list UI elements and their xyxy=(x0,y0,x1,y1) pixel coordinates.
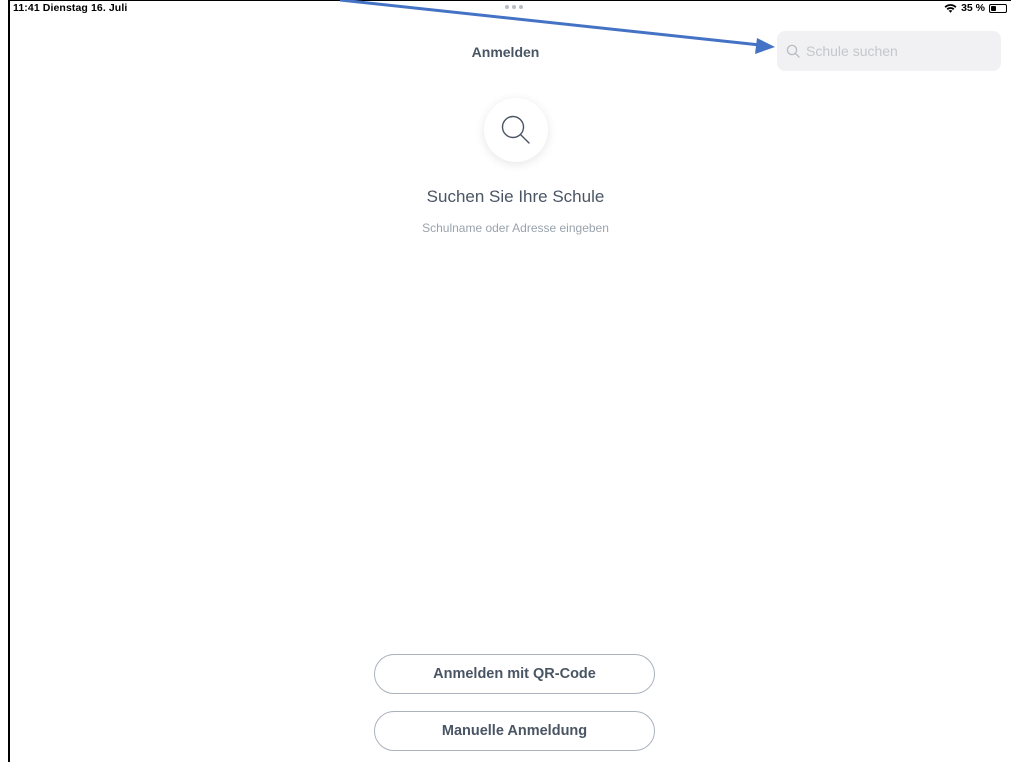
battery-percent: 35 % xyxy=(961,2,985,14)
status-indicators: 35 % xyxy=(944,2,1007,14)
status-bar: 11:41 Dienstag 16. Juli 35 % xyxy=(10,0,1011,18)
search-icon xyxy=(786,44,800,58)
status-time: 11:41 Dienstag 16. Juli xyxy=(13,2,128,14)
battery-icon xyxy=(989,3,1007,13)
search-icon xyxy=(501,115,530,144)
hero-search-badge xyxy=(484,98,548,162)
multitasking-handle[interactable] xyxy=(505,5,523,9)
school-search-field[interactable] xyxy=(777,31,1001,71)
manual-login-button[interactable]: Manuelle Anmeldung xyxy=(374,711,655,751)
search-input[interactable] xyxy=(806,43,986,59)
empty-state-title: Suchen Sie Ihre Schule xyxy=(426,187,605,206)
qr-login-button[interactable]: Anmelden mit QR-Code xyxy=(374,654,655,694)
wifi-icon xyxy=(944,4,957,13)
empty-state-subtitle: Schulname oder Adresse eingeben xyxy=(422,221,609,235)
